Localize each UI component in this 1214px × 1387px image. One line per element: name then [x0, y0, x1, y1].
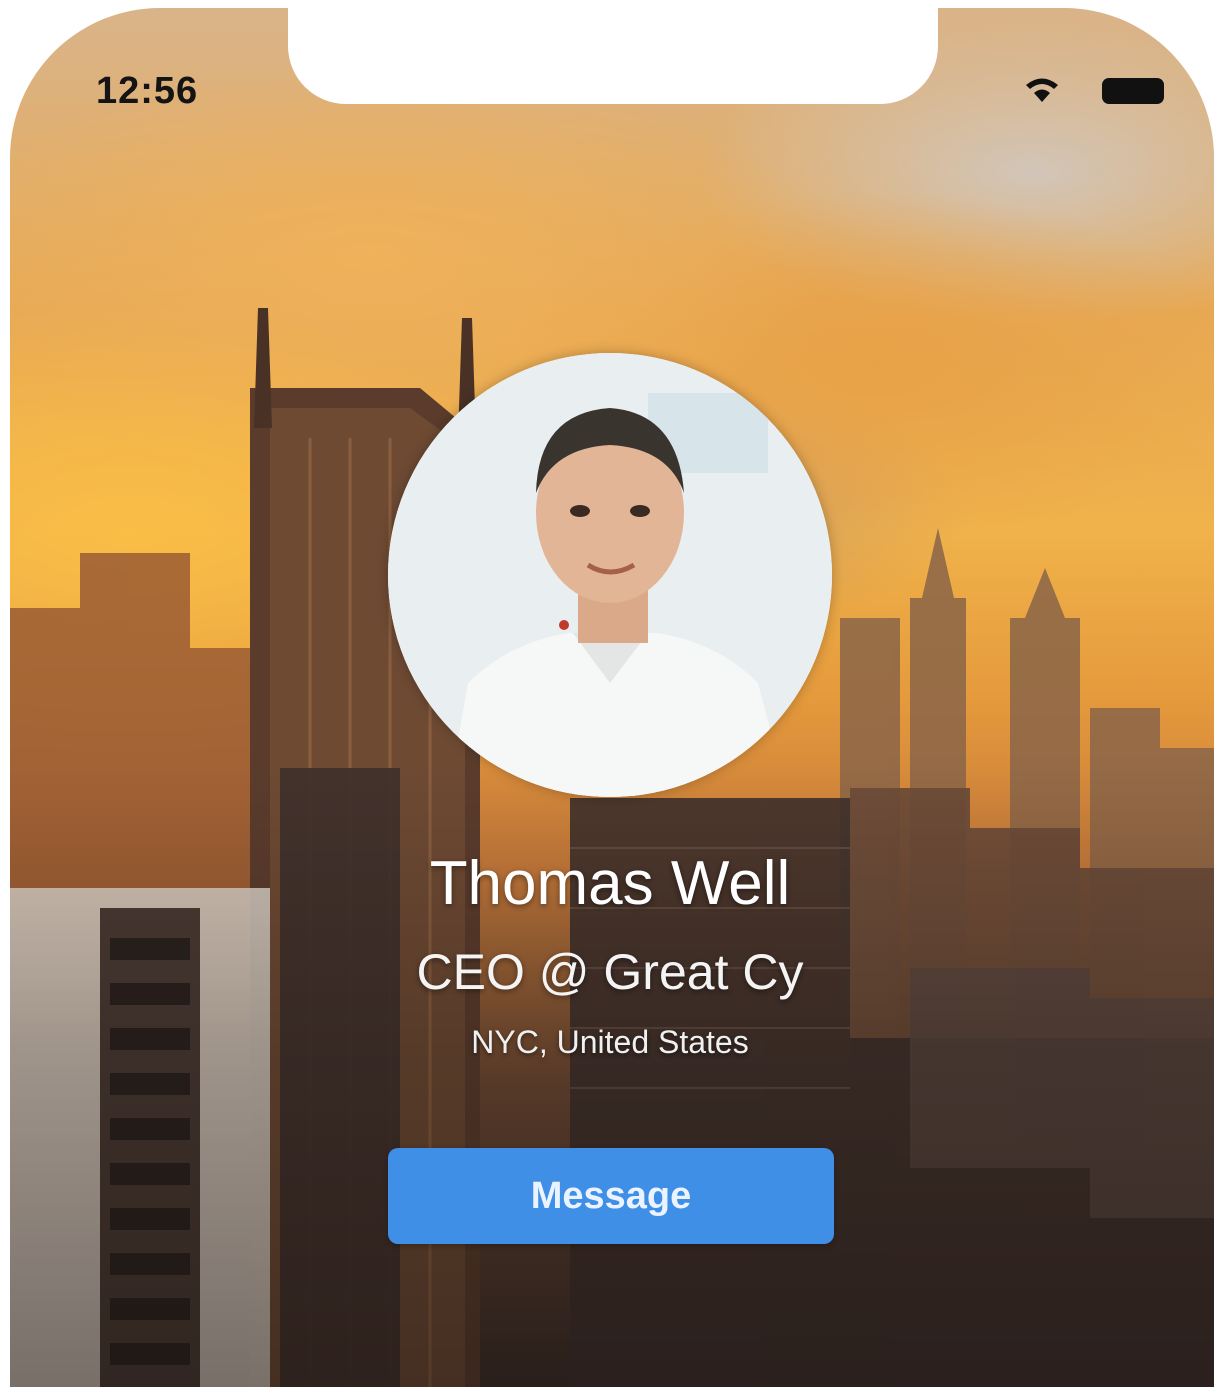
profile-location: NYC, United States — [471, 1024, 749, 1060]
profile-screen: 12:56 Thomas Well CEO @ Great Cy NYC, Un… — [10, 8, 1214, 1387]
wifi-icon — [1026, 78, 1058, 102]
phone-frame: 12:56 Thomas Well CEO @ Great Cy NYC, Un… — [0, 0, 1214, 1387]
profile-job-title: CEO @ Great Cy — [416, 944, 804, 1000]
device-notch — [288, 8, 938, 104]
status-bar-icons — [1020, 70, 1170, 110]
message-button[interactable]: Message — [388, 1148, 834, 1244]
avatar[interactable] — [388, 353, 832, 797]
profile-name: Thomas Well — [429, 849, 791, 918]
battery-icon — [1102, 78, 1164, 104]
profile-photo — [388, 353, 832, 797]
status-bar-time: 12:56 — [96, 70, 199, 112]
